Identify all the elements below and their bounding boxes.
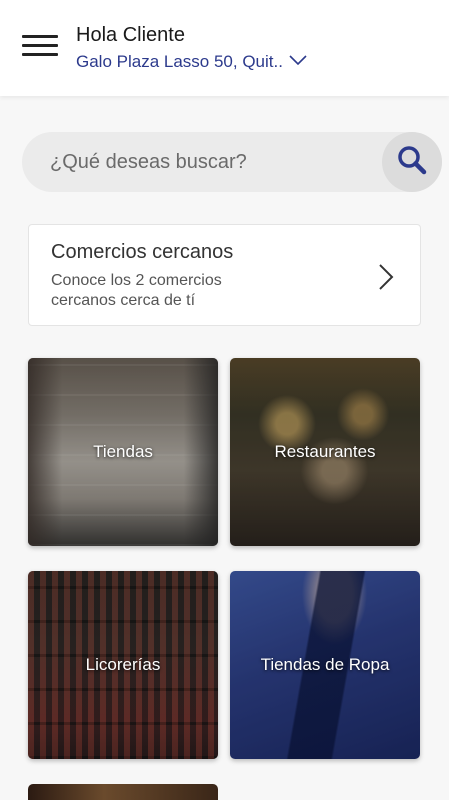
greeting-text: Hola Cliente — [76, 24, 185, 46]
menu-icon[interactable] — [22, 33, 58, 59]
category-tile-tiendas[interactable]: Tiendas — [28, 358, 218, 546]
category-label: Tiendas — [93, 442, 153, 461]
category-label: Tiendas de Ropa — [260, 655, 390, 674]
category-image-partial — [28, 784, 218, 800]
nearby-stores-card[interactable]: Comercios cercanos Conoce los 2 comercio… — [28, 224, 421, 326]
search-icon — [397, 145, 427, 180]
category-tile-licorerias[interactable]: Licorerías — [28, 571, 218, 759]
chevron-right-icon — [378, 263, 394, 296]
search-input[interactable] — [50, 132, 370, 192]
app-header: Hola Cliente Galo Plaza Lasso 50, Quit.. — [0, 0, 449, 96]
category-label: Restaurantes — [274, 442, 376, 461]
address-text: Galo Plaza Lasso 50, Quit.. — [76, 52, 283, 71]
nearby-description: Conoce los 2 comercios cercanos cerca de… — [51, 272, 222, 309]
address-selector[interactable]: Galo Plaza Lasso 50, Quit.. — [76, 52, 307, 72]
category-tile-partial[interactable] — [28, 784, 218, 800]
search-button[interactable] — [382, 132, 442, 192]
nearby-title: Comercios cercanos — [51, 241, 234, 263]
category-label: Licorerías — [85, 655, 161, 674]
category-tile-restaurantes[interactable]: Restaurantes — [230, 358, 420, 546]
chevron-down-icon — [289, 52, 307, 70]
category-tile-tiendas-de-ropa[interactable]: Tiendas de Ropa — [230, 571, 420, 759]
search-bar — [22, 132, 442, 192]
